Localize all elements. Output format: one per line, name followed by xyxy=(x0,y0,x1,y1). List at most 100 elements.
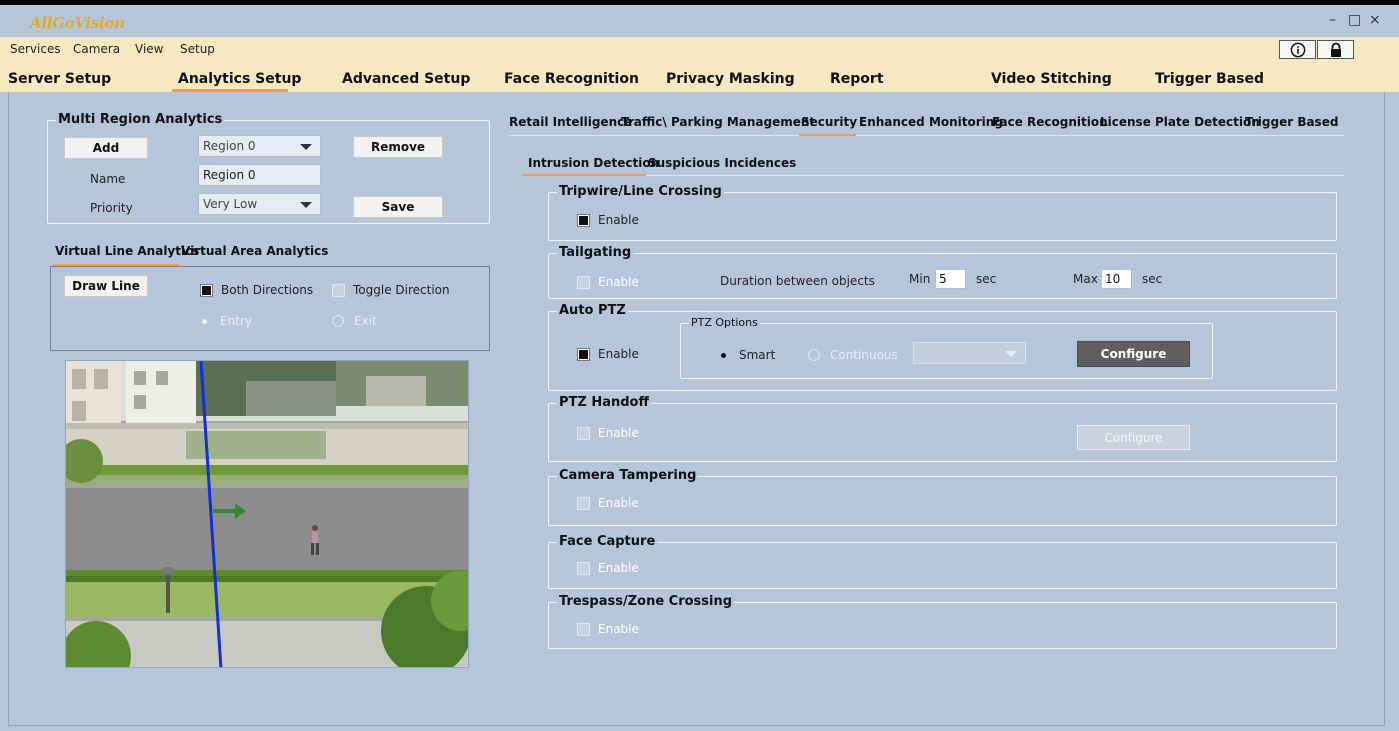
dropdown-arrow-icon xyxy=(1005,351,1017,357)
priority-select-value: Very Low xyxy=(203,197,258,211)
exit-radio[interactable]: Exit xyxy=(332,314,377,328)
close-button[interactable]: × xyxy=(1369,12,1381,28)
menu-view[interactable]: View xyxy=(135,42,163,56)
trespass-title: Trespass/Zone Crossing xyxy=(557,594,735,609)
auto-ptz-enable-checkbox[interactable]: Enable xyxy=(577,347,639,361)
tab-face-recognition-analytics[interactable]: Face Recognition xyxy=(992,115,1108,129)
tab-security[interactable]: Security xyxy=(801,115,857,129)
remove-region-button[interactable]: Remove xyxy=(353,136,443,158)
camera-tampering-enable-checkbox[interactable]: Enable xyxy=(577,496,639,510)
checkbox-box xyxy=(577,347,590,361)
active-category-indicator xyxy=(799,134,856,136)
tab-traffic-parking[interactable]: Traffic\ Parking Management xyxy=(621,115,815,129)
region-select[interactable]: Region 0 xyxy=(198,135,321,157)
checkbox-label: Enable xyxy=(598,622,639,636)
ptz-smart-radio[interactable]: Smart xyxy=(717,348,775,362)
tab-analytics-setup[interactable]: Analytics Setup xyxy=(178,71,301,87)
min-sec-unit: sec xyxy=(976,272,997,286)
trespass-group: Trespass/Zone Crossing xyxy=(548,594,1337,649)
info-icon xyxy=(1290,42,1305,57)
tab-retail-intelligence[interactable]: Retail Intelligence xyxy=(509,115,632,129)
main-tab-bar: Server Setup Analytics Setup Advanced Se… xyxy=(0,62,1399,92)
tab-server-setup[interactable]: Server Setup xyxy=(8,71,111,87)
tab-license-plate-detection[interactable]: License Plate Detection xyxy=(1100,115,1260,129)
priority-label: Priority xyxy=(90,201,133,215)
tab-enhanced-monitoring[interactable]: Enhanced Monitoring xyxy=(859,115,1003,129)
duration-label: Duration between objects xyxy=(720,274,875,288)
checkbox-box xyxy=(200,283,213,297)
priority-select[interactable]: Very Low xyxy=(198,193,321,215)
tab-privacy-masking[interactable]: Privacy Masking xyxy=(666,71,795,87)
tab-video-stitching[interactable]: Video Stitching xyxy=(991,71,1112,87)
save-region-button[interactable]: Save xyxy=(353,196,443,218)
menu-camera[interactable]: Camera xyxy=(73,42,120,56)
multi-region-title: Multi Region Analytics xyxy=(56,112,225,127)
tab-suspicious-incidences[interactable]: Suspicious Incidences xyxy=(648,156,796,170)
camera-preview[interactable] xyxy=(65,360,469,668)
dropdown-arrow-icon xyxy=(300,144,312,150)
trespass-enable-checkbox[interactable]: Enable xyxy=(577,622,639,636)
draw-line-button[interactable]: Draw Line xyxy=(64,275,148,297)
tripwire-title: Tripwire/Line Crossing xyxy=(557,184,724,199)
menu-services[interactable]: Services xyxy=(10,42,61,56)
ptz-configure-button[interactable]: Configure xyxy=(1077,341,1190,367)
tab-intrusion-detection[interactable]: Intrusion Detection xyxy=(528,156,659,170)
tab-virtual-area-analytics[interactable]: Virtual Area Analytics xyxy=(181,244,328,258)
radio-label: Exit xyxy=(354,314,377,328)
name-label: Name xyxy=(90,172,126,186)
face-capture-group: Face Capture xyxy=(548,534,1337,589)
ptz-handoff-title: PTZ Handoff xyxy=(557,395,652,410)
title-bar: AllGoVision – □ × xyxy=(0,5,1399,37)
content-area: Multi Region Analytics Add Region 0 Remo… xyxy=(0,92,1399,731)
ptz-continuous-radio[interactable]: Continuous xyxy=(808,348,898,362)
checkbox-box xyxy=(577,622,590,636)
radio-dot xyxy=(198,315,210,327)
ptz-handoff-enable-checkbox[interactable]: Enable xyxy=(577,426,639,440)
tab-face-recognition[interactable]: Face Recognition xyxy=(504,71,639,87)
auto-ptz-title: Auto PTZ xyxy=(557,303,628,318)
ptz-options-title: PTZ Options xyxy=(689,316,760,329)
checkbox-label: Enable xyxy=(598,426,639,440)
tailgating-enable-checkbox[interactable]: Enable xyxy=(577,275,639,289)
region-name-input[interactable]: Region 0 xyxy=(198,164,321,186)
toggle-direction-checkbox[interactable]: Toggle Direction xyxy=(332,283,450,297)
menu-bar: Services Camera View Setup xyxy=(0,37,1399,62)
ptz-handoff-group: PTZ Handoff xyxy=(548,395,1337,462)
face-capture-title: Face Capture xyxy=(557,534,658,549)
minimize-button[interactable]: – xyxy=(1329,12,1336,28)
checkbox-box xyxy=(577,426,590,440)
radio-label: Continuous xyxy=(830,348,898,362)
lock-button[interactable] xyxy=(1317,40,1354,59)
tab-virtual-line-analytics[interactable]: Virtual Line Analytics xyxy=(55,244,199,258)
checkbox-box xyxy=(577,496,590,510)
entry-radio[interactable]: Entry xyxy=(198,314,252,328)
camera-scene xyxy=(66,361,468,667)
info-button[interactable] xyxy=(1279,40,1316,59)
min-label: Min xyxy=(909,272,931,286)
tripwire-enable-checkbox[interactable]: Enable xyxy=(577,213,639,227)
active-subtab-indicator xyxy=(522,174,646,176)
handoff-configure-button[interactable]: Configure xyxy=(1077,425,1190,450)
checkbox-box xyxy=(577,213,590,227)
checkbox-box xyxy=(577,561,590,575)
both-directions-checkbox[interactable]: Both Directions xyxy=(200,283,313,297)
add-region-button[interactable]: Add xyxy=(64,137,148,159)
face-capture-enable-checkbox[interactable]: Enable xyxy=(577,561,639,575)
category-tab-separator xyxy=(509,135,1344,136)
max-seconds-input[interactable]: 10 xyxy=(1101,269,1132,289)
radio-dot xyxy=(717,349,729,361)
min-seconds-input[interactable]: 5 xyxy=(935,269,966,289)
tripwire-group: Tripwire/Line Crossing xyxy=(548,184,1337,241)
menu-setup[interactable]: Setup xyxy=(180,42,215,56)
checkbox-label: Enable xyxy=(598,213,639,227)
maximize-button[interactable]: □ xyxy=(1348,12,1361,28)
tab-report[interactable]: Report xyxy=(830,71,884,87)
tab-trigger-based-analytics[interactable]: Trigger Based xyxy=(1245,115,1338,129)
radio-label: Smart xyxy=(739,348,776,362)
continuous-mode-select[interactable] xyxy=(913,342,1026,364)
checkbox-label: Enable xyxy=(598,496,639,510)
tab-advanced-setup[interactable]: Advanced Setup xyxy=(342,71,470,87)
camera-tampering-group: Camera Tampering xyxy=(548,468,1337,526)
checkbox-label: Enable xyxy=(598,275,639,289)
tab-trigger-based[interactable]: Trigger Based xyxy=(1155,71,1264,87)
